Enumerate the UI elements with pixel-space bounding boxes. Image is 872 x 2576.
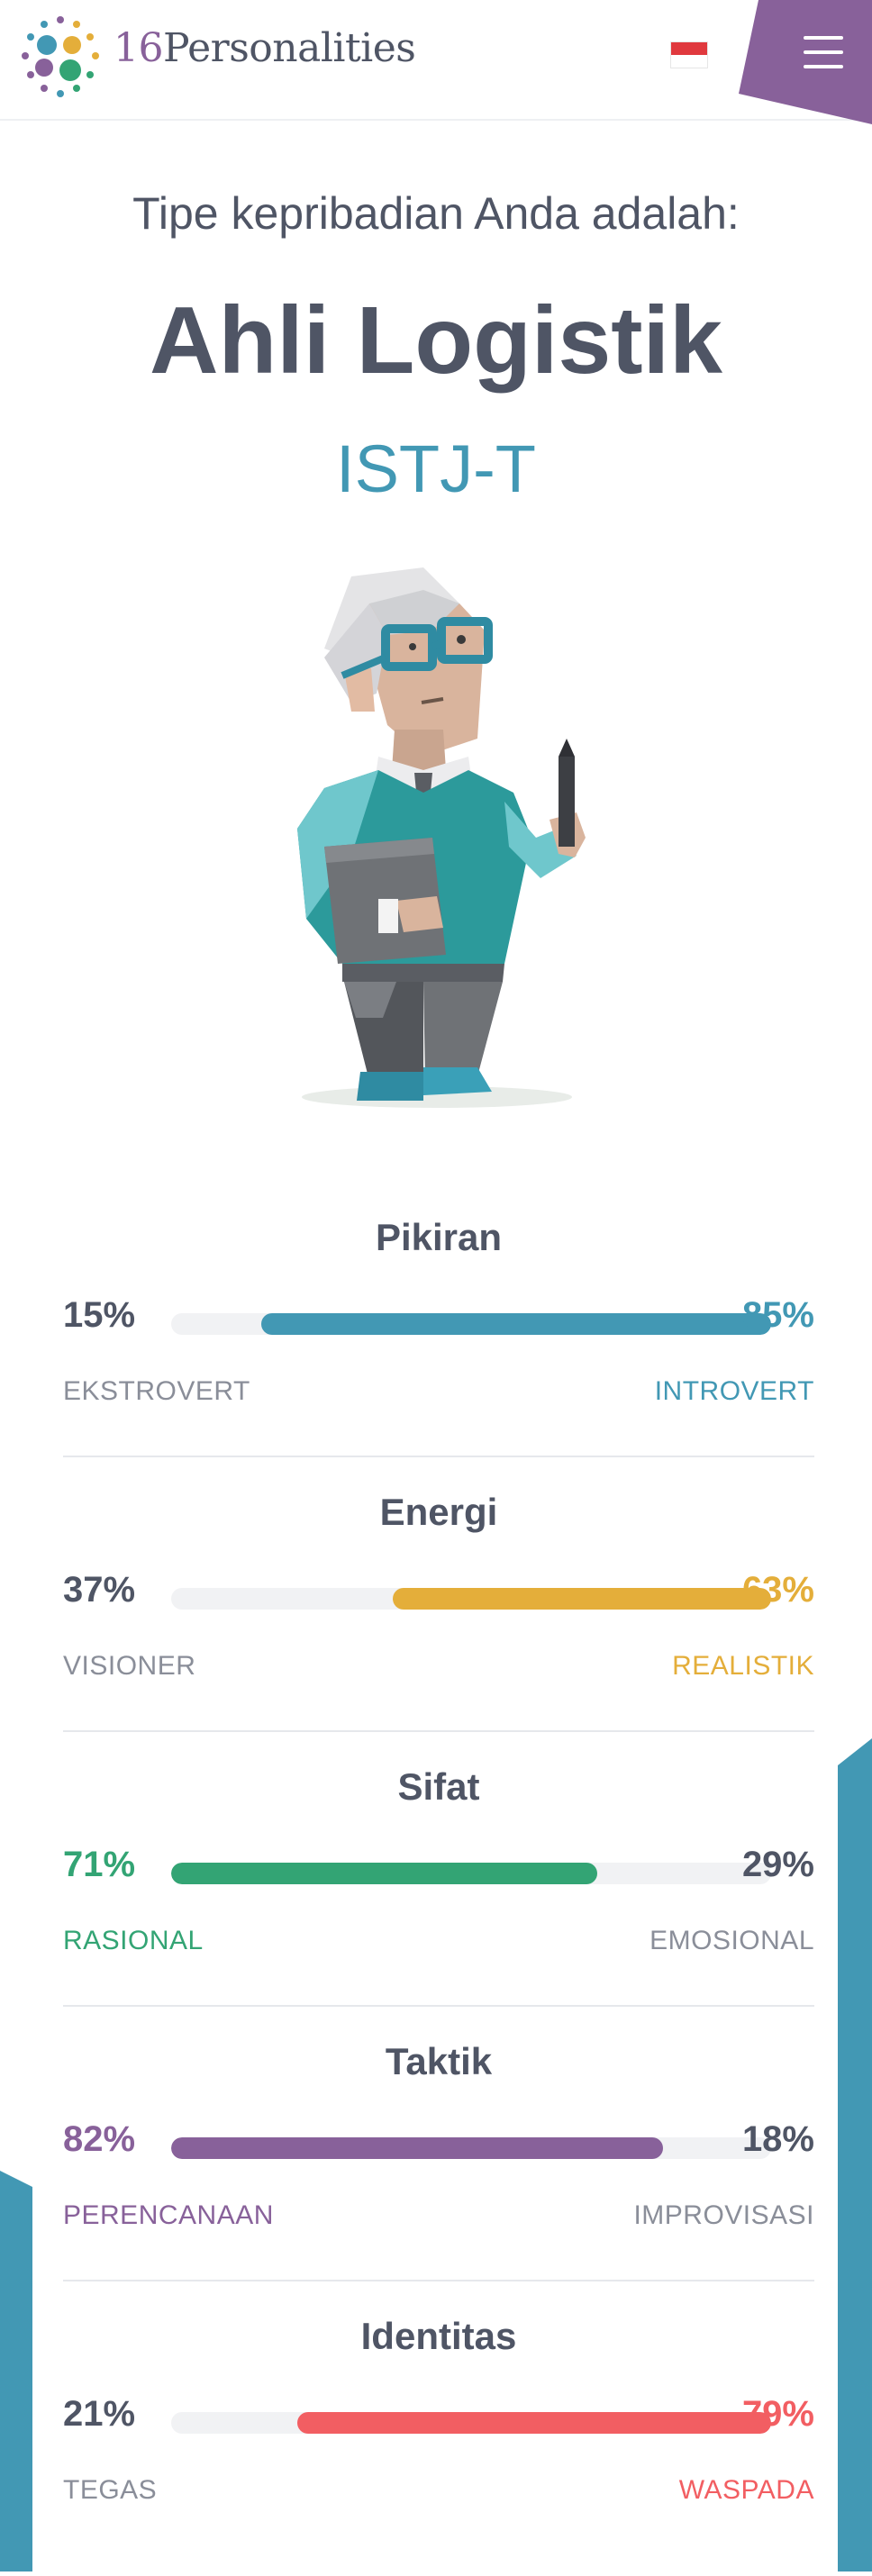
trait-right-percent: 63% bbox=[741, 1570, 814, 1610]
right-edge-decoration bbox=[838, 1738, 872, 2571]
type-intro-text: Tipe kepribadian Anda adalah: bbox=[132, 188, 740, 239]
trait-left-label: TEGAS bbox=[63, 2475, 158, 2505]
trait-right-percent: 85% bbox=[741, 1295, 814, 1335]
trait-right-percent: 18% bbox=[741, 2119, 814, 2159]
site-header: 16Personalities bbox=[0, 0, 872, 124]
trait-left-label: PERENCANAAN bbox=[63, 2200, 274, 2230]
trait-bar-track bbox=[171, 2412, 771, 2434]
trait-row-energi[interactable]: Energi 37% 63% VISIONER REALISTIK bbox=[63, 1491, 814, 1752]
trait-divider bbox=[63, 1730, 814, 1732]
trait-divider bbox=[63, 1456, 814, 1457]
personality-type-name: Ahli Logistik bbox=[150, 287, 722, 394]
trait-right-label: IMPROVISASI bbox=[633, 2200, 814, 2230]
trait-row-sifat[interactable]: Sifat 71% 29% RASIONAL EMOSIONAL bbox=[63, 1765, 814, 2027]
left-edge-decoration bbox=[0, 2171, 32, 2571]
dots-logo-icon[interactable] bbox=[16, 13, 104, 101]
trait-right-percent: 29% bbox=[741, 1845, 814, 1884]
trait-divider bbox=[63, 2005, 814, 2007]
trait-left-percent: 15% bbox=[63, 1295, 136, 1335]
trait-title: Pikiran bbox=[375, 1216, 503, 1258]
trait-left-label: RASIONAL bbox=[63, 1926, 204, 1955]
trait-row-pikiran[interactable]: Pikiran 15% 85% EKSTROVERT INTROVERT bbox=[63, 1216, 814, 1477]
personality-type-code: ISTJ-T bbox=[336, 431, 536, 506]
trait-divider bbox=[63, 2280, 814, 2281]
trait-row-identitas[interactable]: Identitas 21% 79% TEGAS WASPADA bbox=[63, 2315, 814, 2576]
trait-right-label: REALISTIK bbox=[672, 1651, 814, 1681]
trait-left-percent: 71% bbox=[63, 1845, 136, 1884]
trait-bar-track bbox=[171, 2137, 771, 2159]
trait-bar-track bbox=[171, 1588, 771, 1610]
trait-left-percent: 82% bbox=[63, 2119, 136, 2159]
trait-row-taktik[interactable]: Taktik 82% 18% PERENCANAAN IMPROVISASI bbox=[63, 2040, 814, 2301]
trait-bar-track bbox=[171, 1313, 771, 1335]
trait-left-percent: 37% bbox=[63, 1570, 136, 1610]
trait-title: Identitas bbox=[360, 2315, 517, 2357]
trait-bar-fill bbox=[171, 2137, 664, 2159]
trait-right-percent: 79% bbox=[741, 2394, 814, 2434]
trait-bar-fill bbox=[296, 2412, 771, 2434]
trait-title: Sifat bbox=[397, 1765, 480, 1808]
trait-bar-fill bbox=[260, 1313, 771, 1335]
logo-number: 16 bbox=[114, 25, 164, 71]
trait-left-percent: 21% bbox=[63, 2394, 136, 2434]
trait-title: Taktik bbox=[385, 2040, 493, 2082]
hamburger-menu-icon[interactable] bbox=[804, 36, 843, 72]
logistician-character-illustration bbox=[297, 567, 586, 1108]
trait-right-label: WASPADA bbox=[678, 2475, 814, 2505]
logo-word: Personalities bbox=[163, 25, 416, 71]
trait-bar-track bbox=[171, 1863, 771, 1884]
logo-wordmark[interactable]: 16Personalities bbox=[114, 25, 416, 71]
trait-bar-fill bbox=[393, 1588, 771, 1610]
trait-right-label: INTROVERT bbox=[654, 1376, 814, 1406]
trait-right-label: EMOSIONAL bbox=[649, 1926, 814, 1955]
trait-bar-fill bbox=[171, 1863, 597, 1884]
trait-title: Energi bbox=[379, 1491, 498, 1533]
trait-left-label: EKSTROVERT bbox=[63, 1376, 250, 1406]
trait-left-label: VISIONER bbox=[63, 1651, 196, 1681]
indonesia-flag-icon[interactable] bbox=[670, 41, 708, 68]
